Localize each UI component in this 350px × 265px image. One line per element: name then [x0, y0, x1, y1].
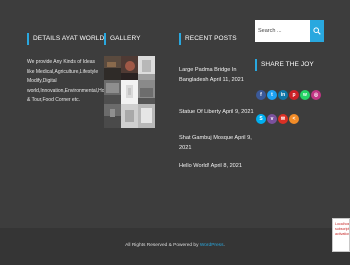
pinterest-icon[interactable]: p [289, 90, 299, 100]
share-title: SHARE THE JOY [255, 59, 314, 71]
whatsapp-icon[interactable]: w [300, 90, 310, 100]
skype-icon[interactable]: S [256, 114, 266, 124]
viber-icon[interactable]: v [267, 114, 277, 124]
gallery-image[interactable] [121, 80, 138, 104]
search-icon [313, 27, 321, 35]
recent-post-link[interactable]: Large Padma Bridge In Bangladesh April 1… [179, 66, 257, 85]
recent-post-link[interactable]: Shat Gambuj Mosque April 9, 2021 [179, 134, 257, 153]
gallery-image[interactable] [138, 56, 155, 80]
gallery-image[interactable] [104, 80, 121, 104]
copyright-prefix: All Rights Reserved & Powered by [125, 243, 200, 248]
wordpress-link[interactable]: WordPress [200, 243, 224, 248]
instagram-icon[interactable]: ◎ [311, 90, 321, 100]
gallery-image[interactable] [138, 104, 155, 128]
search-button[interactable] [310, 20, 324, 42]
recent-post-link[interactable]: Hello World! April 8, 2021 [179, 162, 257, 172]
gallery-image[interactable] [104, 56, 121, 80]
linkedin-icon[interactable]: in [278, 90, 288, 100]
search-input[interactable] [255, 20, 310, 42]
subscription-badge[interactable]: Localhost subscription activation [332, 218, 350, 252]
copyright-text: All Rights Reserved & Powered by WordPre… [0, 243, 350, 248]
about-text: We provide Any Kinds of Ideas like Medic… [27, 59, 110, 103]
gallery-grid [104, 56, 156, 128]
gallery-image[interactable] [121, 104, 138, 128]
gallery-title: GALLERY [104, 33, 141, 45]
twitter-icon[interactable]: t [267, 90, 277, 100]
recent-post-link[interactable]: Statue Of Liberty April 9, 2021 [179, 108, 257, 118]
copyright-suffix: . [223, 243, 225, 248]
footer-widgets: DETAILS AYAT WORLD We provide Any Kinds … [0, 0, 350, 228]
share-icon[interactable]: < [289, 114, 299, 124]
gallery-image[interactable] [121, 56, 138, 80]
recent-posts-title: RECENT POSTS [179, 33, 237, 45]
gallery-image[interactable] [104, 104, 121, 128]
mail-icon[interactable]: ✉ [278, 114, 288, 124]
about-title: DETAILS AYAT WORLD [27, 33, 104, 45]
facebook-icon[interactable]: f [256, 90, 266, 100]
gallery-image[interactable] [138, 80, 155, 104]
